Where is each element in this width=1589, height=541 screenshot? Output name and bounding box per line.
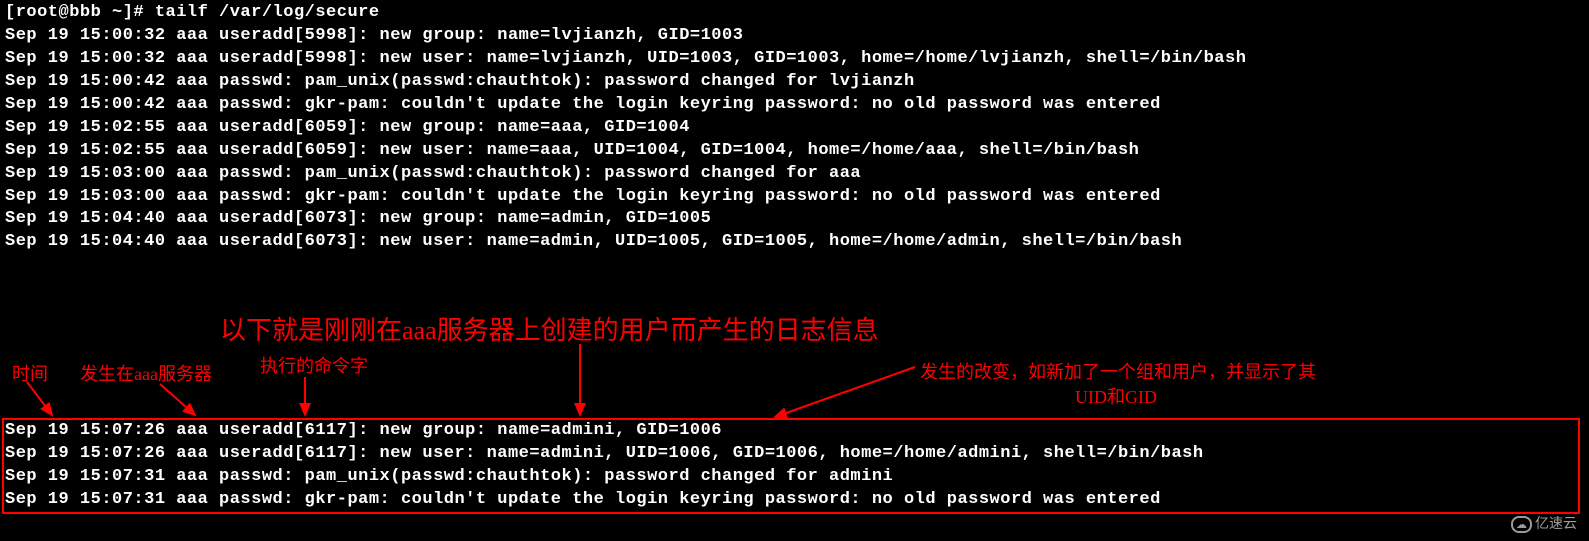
annotation-command-label: 执行的命令字 (260, 352, 368, 378)
highlighted-log-group: Sep 19 15:07:26 aaa useradd[6117]: new g… (5, 420, 1204, 512)
watermark: ☁亿速云 (1511, 513, 1577, 533)
arrow-time-icon (12, 380, 62, 420)
log-line: Sep 19 15:07:31 aaa passwd: pam_unix(pas… (5, 466, 1204, 489)
terminal-window: [root@bbb ~]# tailf /var/log/secure Sep … (0, 0, 1589, 256)
annotation-change-label-1: 发生的改变，如新加了一个组和用户，并显示了其 (920, 358, 1316, 384)
log-line: Sep 19 15:00:32 aaa useradd[5998]: new u… (5, 48, 1584, 71)
log-line: Sep 19 15:00:42 aaa passwd: gkr-pam: cou… (5, 94, 1584, 117)
arrow-change-icon (770, 362, 920, 422)
log-line: Sep 19 15:02:55 aaa useradd[6059]: new u… (5, 140, 1584, 163)
log-line: Sep 19 15:04:40 aaa useradd[6073]: new u… (5, 231, 1584, 254)
log-line: Sep 19 15:03:00 aaa passwd: pam_unix(pas… (5, 163, 1584, 186)
log-line: Sep 19 15:03:00 aaa passwd: gkr-pam: cou… (5, 186, 1584, 209)
log-line: Sep 19 15:00:42 aaa passwd: pam_unix(pas… (5, 71, 1584, 94)
log-line: Sep 19 15:04:40 aaa useradd[6073]: new g… (5, 208, 1584, 231)
arrow-main-icon (560, 342, 600, 420)
annotation-time-label: 时间 (12, 360, 48, 386)
arrow-server-icon (155, 382, 215, 420)
annotation-change-label-2: UID和GID (1075, 383, 1157, 409)
log-line: Sep 19 15:07:26 aaa useradd[6117]: new g… (5, 420, 1204, 443)
log-line: Sep 19 15:00:32 aaa useradd[5998]: new g… (5, 25, 1584, 48)
arrow-command-icon (285, 375, 325, 420)
log-line: Sep 19 15:02:55 aaa useradd[6059]: new g… (5, 117, 1584, 140)
log-line: Sep 19 15:07:26 aaa useradd[6117]: new u… (5, 443, 1204, 466)
annotation-server-label: 发生在aaa服务器 (80, 360, 212, 386)
annotation-main-title: 以下就是刚刚在aaa服务器上创建的用户而产生的日志信息 (220, 310, 879, 347)
watermark-text: 亿速云 (1535, 515, 1577, 531)
cloud-icon: ☁ (1511, 516, 1532, 533)
shell-prompt[interactable]: [root@bbb ~]# tailf /var/log/secure (5, 2, 1584, 25)
log-line: Sep 19 15:07:31 aaa passwd: gkr-pam: cou… (5, 489, 1204, 512)
